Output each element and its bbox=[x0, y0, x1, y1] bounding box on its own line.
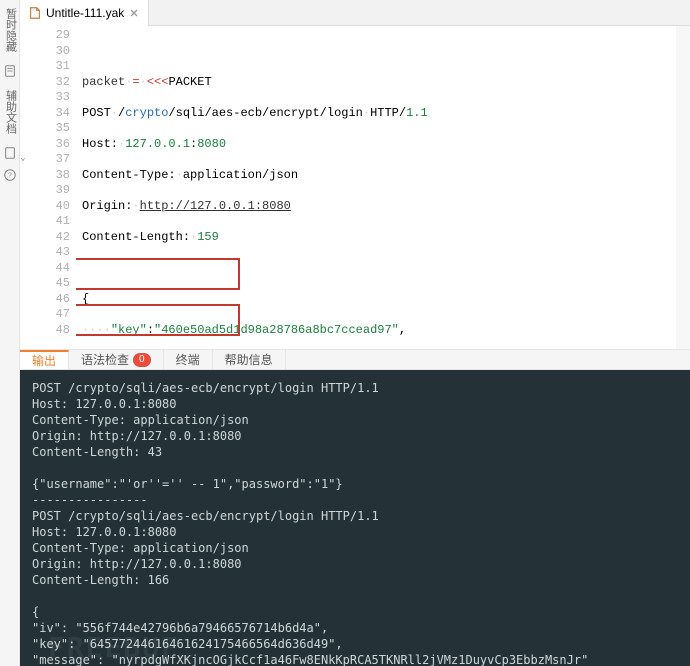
tab-filename: Untitle-111.yak bbox=[46, 6, 124, 20]
sidebar-panel-hide[interactable]: 暂时隐藏 bbox=[2, 4, 18, 56]
tab-syntax-label: 语法检查 bbox=[81, 351, 129, 368]
code-line: packet·=·<<<PACKET bbox=[82, 75, 670, 91]
svg-text:?: ? bbox=[7, 173, 11, 181]
code-line: Origin:·http://127.0.0.1:8080 bbox=[82, 199, 670, 215]
code-editor[interactable]: 29 30 31 32 33 34 35 36 ⌄37 38 39 40 41 … bbox=[20, 26, 690, 349]
tab-output[interactable]: 输出 bbox=[20, 350, 69, 369]
bottom-tab-row: 输出 语法检查 0 终端 帮助信息 bbox=[20, 349, 690, 370]
code-line: Content-Length:·159 bbox=[82, 230, 670, 246]
tab-syntax-check[interactable]: 语法检查 0 bbox=[69, 350, 164, 369]
tab-terminal[interactable]: 终端 bbox=[164, 350, 213, 369]
sidebar-doc-icon[interactable] bbox=[3, 64, 17, 78]
sidebar-panel-docs[interactable]: 辅助文档 bbox=[2, 86, 18, 138]
terminal-text: POST /crypto/sqli/aes-ecb/encrypt/login … bbox=[32, 381, 588, 666]
code-line: Host:·127.0.0.1:8080 bbox=[82, 137, 670, 153]
main-area: Untitle-111.yak 29 30 31 32 33 34 35 36 … bbox=[20, 0, 690, 666]
line-number-gutter: 29 30 31 32 33 34 35 36 ⌄37 38 39 40 41 … bbox=[20, 26, 76, 349]
code-body[interactable]: packet·=·<<<PACKET POST·/crypto/sqli/aes… bbox=[76, 26, 676, 349]
code-line: ····"key":"460e50ad5d1d98a28786a8bc7ccea… bbox=[82, 323, 670, 339]
code-line bbox=[82, 44, 670, 60]
sidebar-help-icon[interactable]: ? bbox=[3, 168, 17, 182]
tab-help[interactable]: 帮助信息 bbox=[213, 350, 286, 369]
code-line: POST·/crypto/sqli/aes-ecb/encrypt/login·… bbox=[82, 106, 670, 122]
editor-tab[interactable]: Untitle-111.yak bbox=[20, 0, 149, 26]
code-line bbox=[82, 261, 670, 277]
left-sidebar: 暂时隐藏 辅助文档 ? bbox=[0, 0, 20, 666]
code-line: Content-Type:·application/json bbox=[82, 168, 670, 184]
close-icon[interactable] bbox=[128, 7, 140, 19]
output-panel[interactable]: POST /crypto/sqli/aes-ecb/encrypt/login … bbox=[20, 370, 690, 666]
scrollbar[interactable] bbox=[676, 26, 690, 349]
code-line: { bbox=[82, 292, 670, 308]
sidebar-page-icon[interactable] bbox=[3, 146, 17, 160]
tab-bar: Untitle-111.yak bbox=[20, 0, 690, 26]
yak-file-icon bbox=[28, 6, 42, 20]
syntax-badge: 0 bbox=[133, 353, 151, 367]
